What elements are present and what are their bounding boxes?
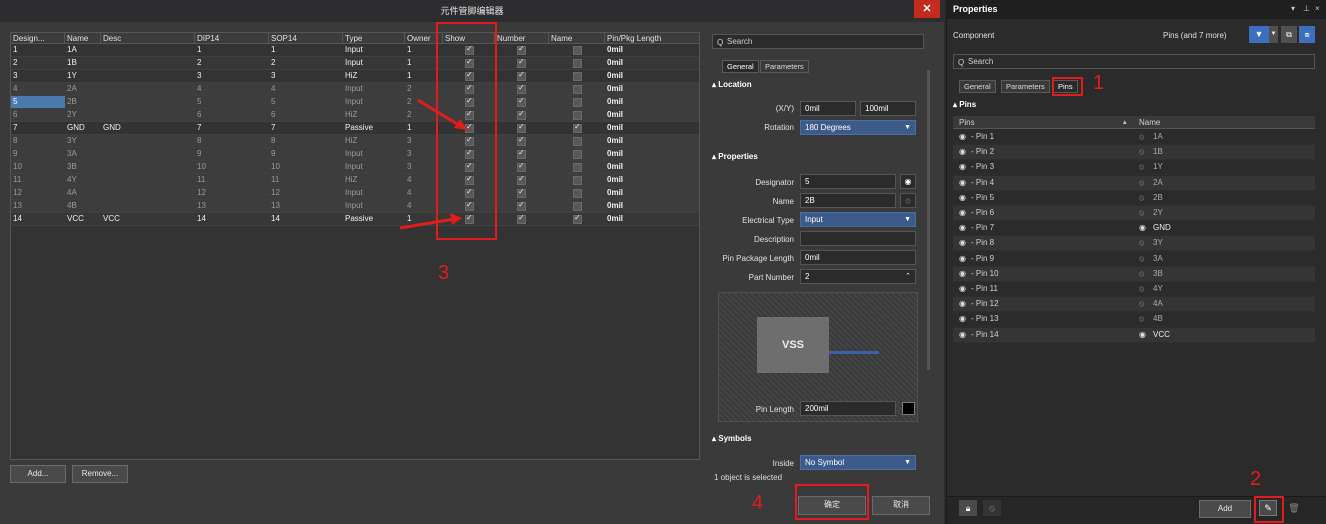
arrow-bottom	[399, 213, 462, 230]
annotation-arrows	[399, 98, 468, 230]
arrow-top	[417, 98, 468, 130]
